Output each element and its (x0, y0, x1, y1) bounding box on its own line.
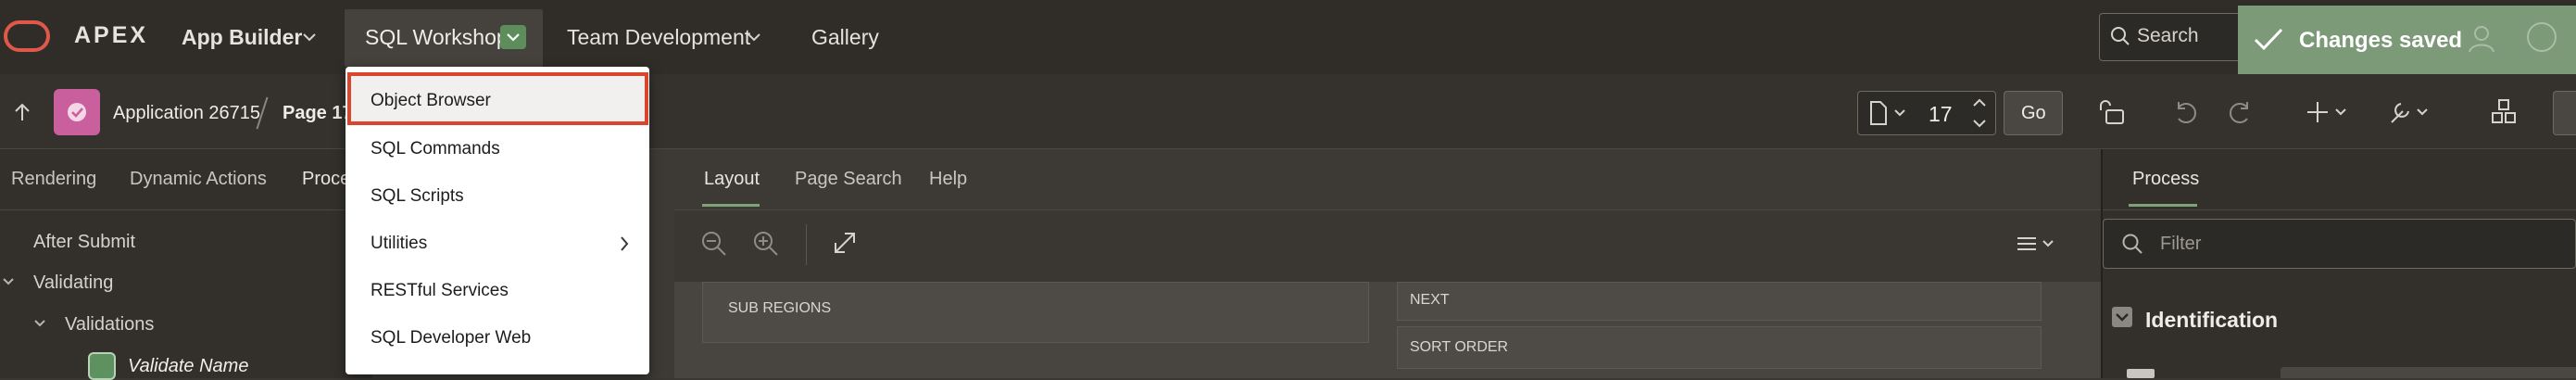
oracle-logo-icon[interactable] (4, 20, 50, 52)
help-icon[interactable] (2525, 20, 2558, 54)
chevron-down-icon[interactable] (1893, 108, 1906, 119)
tab-dynamic-actions[interactable]: Dynamic Actions (130, 169, 267, 190)
menu-item-sql-commands[interactable]: SQL Commands (371, 139, 500, 159)
tree-node-validating[interactable]: Validating (33, 272, 113, 294)
toolbar-divider (806, 224, 807, 265)
sql-workshop-menu-button[interactable] (500, 25, 526, 49)
menu-item-sql-scripts[interactable]: SQL Scripts (371, 186, 464, 207)
menu-item-object-browser[interactable]: Object Browser (371, 91, 491, 111)
tab-page-search[interactable]: Page Search (795, 169, 902, 190)
add-icon[interactable] (2306, 98, 2351, 126)
save-button[interactable] (2553, 91, 2576, 135)
region-label: NEXT (1410, 292, 1450, 308)
shared-components-icon[interactable] (2490, 98, 2518, 126)
chevron-down-icon[interactable] (302, 30, 317, 44)
chevron-down-icon[interactable] (2, 276, 15, 287)
tree-node-validate-name[interactable]: Validate Name (128, 356, 248, 377)
collapse-toggle[interactable] (2112, 307, 2132, 327)
menu-item-sql-developer-web[interactable]: SQL Developer Web (371, 328, 531, 348)
arrow-up-icon[interactable] (13, 102, 31, 122)
chevron-down-icon[interactable] (747, 30, 761, 44)
toast-message: Changes saved (2299, 28, 2463, 53)
page-icon[interactable] (1868, 100, 1889, 126)
redo-icon[interactable] (2225, 98, 2253, 126)
region-next[interactable] (1397, 282, 2042, 321)
check-circle-icon (68, 103, 86, 121)
undo-icon[interactable] (2173, 98, 2201, 126)
nav-team-development[interactable]: Team Development (567, 25, 750, 50)
search-icon (2111, 27, 2130, 45)
menu-item-utilities[interactable]: Utilities (371, 234, 427, 254)
name-field-label (2127, 369, 2155, 378)
lock-icon[interactable] (2097, 98, 2127, 126)
spinner-icon[interactable] (1971, 95, 1988, 132)
tab-layout[interactable]: Layout (704, 169, 760, 190)
app-icon[interactable] (54, 89, 100, 135)
menu-lines-icon[interactable] (2016, 235, 2058, 254)
region-label: SUB REGIONS (728, 300, 832, 316)
breadcrumb-application[interactable]: Application 26715 (113, 103, 260, 124)
tab-process[interactable]: Process (2132, 169, 2199, 190)
nav-sql-workshop-label[interactable]: SQL Workshop (365, 25, 509, 50)
validation-check-icon (88, 352, 116, 380)
user-icon[interactable] (2466, 22, 2497, 54)
filter-placeholder: Filter (2160, 234, 2202, 254)
tab-divider (0, 209, 372, 210)
nav-gallery[interactable]: Gallery (811, 25, 879, 50)
chevron-down-icon (2116, 313, 2129, 322)
page-number-value[interactable]: 17 (1929, 102, 1953, 127)
active-tab-indicator (2129, 204, 2197, 207)
section-title-identification: Identification (2145, 308, 2279, 332)
tab-help[interactable]: Help (929, 169, 967, 190)
menu-item-restful-services[interactable]: RESTful Services (371, 281, 509, 301)
search-label: Search (2137, 25, 2199, 46)
tab-rendering[interactable]: Rendering (11, 169, 96, 190)
go-button-label[interactable]: Go (2021, 103, 2046, 124)
name-field[interactable] (2281, 367, 2576, 378)
apex-brand[interactable]: APEX (74, 22, 148, 49)
checkmark-icon (2254, 28, 2283, 51)
tree-node-validations[interactable]: Validations (65, 314, 154, 336)
layout-toolbar (674, 210, 2101, 283)
active-tab-indicator (702, 204, 760, 207)
tab-divider (2103, 209, 2576, 210)
region-label: SORT ORDER (1410, 339, 1509, 355)
chevron-down-icon (507, 33, 520, 42)
search-icon (2122, 234, 2142, 254)
tree-node-after-submit[interactable]: After Submit (33, 232, 135, 253)
wrench-icon[interactable] (2388, 98, 2432, 126)
zoom-out-icon[interactable] (700, 230, 728, 258)
expand-icon[interactable] (832, 230, 858, 256)
chevron-right-icon (621, 236, 629, 251)
nav-app-builder[interactable]: App Builder (182, 25, 302, 50)
breadcrumb-page[interactable]: Page 17 (283, 103, 353, 124)
chevron-down-icon[interactable] (33, 318, 46, 329)
zoom-in-icon[interactable] (752, 230, 780, 258)
